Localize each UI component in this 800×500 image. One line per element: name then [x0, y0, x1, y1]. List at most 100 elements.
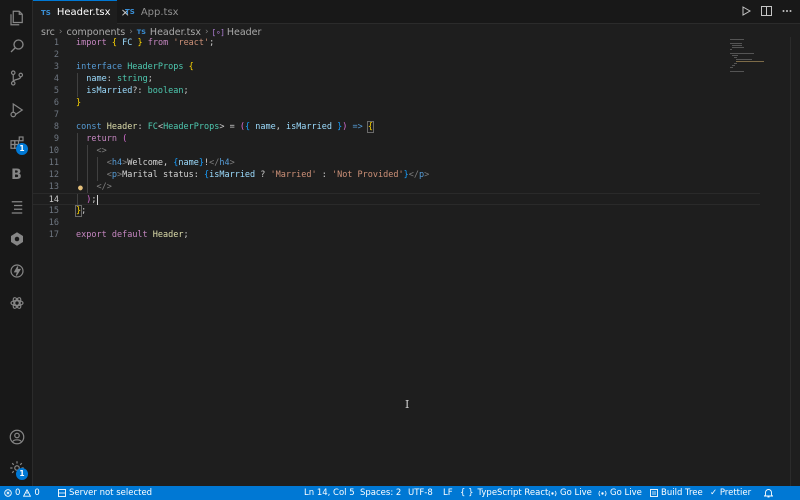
code-text: import { FC } from 'react';	[76, 38, 215, 48]
typescript-icon: TS	[41, 8, 51, 17]
language-mode[interactable]: { } TypeScript React	[460, 486, 548, 500]
minimap[interactable]	[730, 37, 790, 97]
typescript-icon: TS	[125, 8, 135, 16]
thunder-client-icon[interactable]	[0, 255, 33, 287]
line-number: 3	[53, 62, 59, 72]
code-text: const Header: FC<HeaderProps> = ({ name,…	[76, 121, 375, 133]
settings-badge: 1	[16, 468, 28, 480]
code-line[interactable]: 1 import { FC } from 'react';	[33, 37, 760, 49]
breadcrumb-file[interactable]: Header.tsx	[150, 27, 201, 38]
chatgpt-icon[interactable]	[0, 287, 33, 319]
code-text: <h4>Welcome, {name}!</h4>	[106, 158, 235, 168]
code-text: }	[76, 98, 82, 108]
split-editor-icon[interactable]	[761, 5, 772, 19]
warning-icon	[23, 489, 32, 497]
notifications-bell-icon[interactable]	[763, 486, 774, 500]
code-text: export default Header;	[76, 230, 189, 240]
symbol-variable-icon: [∘]	[212, 27, 224, 37]
line-number: 13	[48, 182, 59, 192]
cursor-position[interactable]: Ln 14, Col 5	[304, 486, 355, 500]
code-text: interface HeaderProps {	[76, 62, 194, 72]
code-editor[interactable]: 1 import { FC } from 'react'; 2 3 interfac…	[33, 37, 760, 486]
code-line[interactable]: 15};	[33, 205, 760, 217]
go-live-button-2[interactable]: Go Live	[598, 486, 642, 500]
bookmark-b-icon[interactable]: B	[0, 159, 33, 191]
status-bar: 0 0 Server not selected Ln 14, Col 5 Spa…	[0, 486, 800, 500]
server-icon	[58, 489, 66, 497]
line-number: 2	[53, 50, 59, 60]
build-tree-button[interactable]: Build Tree	[650, 486, 703, 500]
broadcast-icon	[598, 490, 607, 496]
code-line[interactable]: 12 <p>Marital status: {isMarried ? 'Marr…	[33, 169, 760, 181]
activity-bar: 1 B 1	[0, 0, 33, 486]
tree-icon	[650, 489, 658, 497]
go-live-button[interactable]: Go Live	[548, 486, 592, 500]
tab-label: Header.tsx	[56, 7, 111, 18]
error-icon	[4, 489, 12, 497]
code-text: <>	[96, 146, 107, 156]
search-icon[interactable]	[0, 30, 33, 62]
tab-header-tsx[interactable]: TS Header.tsx ×	[33, 0, 130, 24]
tab-app-tsx[interactable]: TS App.tsx	[117, 0, 197, 24]
run-icon[interactable]	[741, 5, 752, 19]
code-line[interactable]: 9 return (	[33, 133, 760, 145]
code-line[interactable]: 4 name: string;	[33, 73, 760, 85]
line-number: 1	[53, 38, 59, 48]
code-text: return (	[86, 134, 128, 144]
line-number: 15	[48, 206, 59, 216]
settings-gear-icon[interactable]: 1	[0, 452, 33, 484]
code-line[interactable]: 6}	[33, 97, 760, 109]
chevron-right-icon: ›	[129, 27, 133, 37]
account-icon[interactable]	[0, 421, 33, 453]
line-number: 11	[48, 158, 59, 168]
extensions-icon[interactable]: 1	[0, 127, 33, 159]
remote-explorer-icon[interactable]	[0, 223, 33, 255]
editor-actions	[741, 0, 792, 24]
line-number: 8	[53, 122, 59, 132]
line-number: 9	[53, 134, 59, 144]
error-count: 0	[15, 488, 21, 498]
line-number: 16	[48, 218, 59, 228]
run-debug-icon[interactable]	[0, 94, 33, 126]
code-text: <p>Marital status: {isMarried ? 'Married…	[106, 170, 430, 180]
problems-indicator[interactable]: 0 0	[4, 486, 40, 500]
vertical-scrollbar[interactable]	[790, 37, 800, 486]
code-text: };	[74, 205, 87, 217]
code-line[interactable]: 11 <h4>Welcome, {name}!</h4>	[33, 157, 760, 169]
breadcrumb-components[interactable]: components	[66, 27, 125, 38]
chevron-right-icon: ›	[204, 27, 209, 37]
end-of-line[interactable]: LF	[443, 486, 453, 500]
code-line[interactable]: 16	[33, 217, 760, 229]
line-number: 17	[48, 230, 59, 240]
line-number: 12	[48, 170, 59, 180]
code-line-current[interactable]: 14 );	[33, 193, 760, 206]
line-number: 5	[53, 86, 59, 96]
code-line[interactable]: 17 export default Header;	[33, 229, 760, 241]
code-line[interactable]: 8 const Header: FC<HeaderProps> = ({ name…	[33, 121, 760, 133]
outline-list-icon[interactable]	[0, 191, 33, 223]
line-number: 10	[48, 146, 59, 156]
prettier-status[interactable]: ✓ Prettier	[710, 486, 751, 500]
breadcrumb-symbol[interactable]: Header	[227, 27, 262, 38]
code-line[interactable]: 3 interface HeaderProps {	[33, 61, 760, 73]
warning-count: 0	[34, 488, 40, 498]
encoding[interactable]: UTF-8	[408, 486, 433, 500]
indentation[interactable]: Spaces: 2	[360, 486, 401, 500]
server-status[interactable]: Server not selected	[58, 486, 152, 500]
code-line[interactable]: 13 ● </>	[33, 181, 760, 193]
code-text: name: string;	[86, 74, 153, 84]
line-number: 6	[53, 98, 59, 108]
code-text: isMarried?: boolean;	[86, 86, 189, 96]
breadcrumb-src[interactable]: src	[41, 27, 55, 38]
source-control-icon[interactable]	[0, 62, 33, 94]
code-line[interactable]: 2	[33, 49, 760, 61]
tab-bar: TS Header.tsx × TS App.tsx	[33, 0, 800, 24]
braces-icon: { }	[460, 488, 474, 498]
code-line[interactable]: 7	[33, 109, 760, 121]
code-line[interactable]: 5 isMarried?: boolean;	[33, 85, 760, 97]
code-line[interactable]: 10 <>	[33, 145, 760, 157]
text-cursor	[96, 194, 98, 205]
more-actions-icon[interactable]	[782, 6, 792, 19]
chevron-right-icon: ›	[58, 27, 63, 37]
line-number: 4	[53, 74, 59, 84]
